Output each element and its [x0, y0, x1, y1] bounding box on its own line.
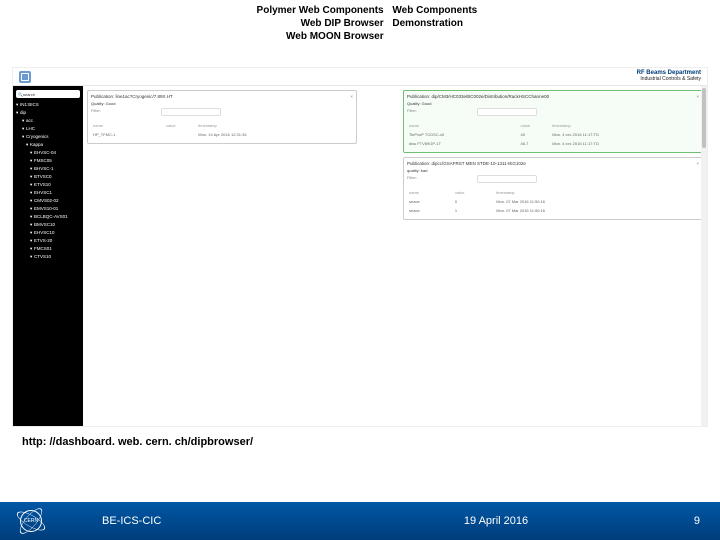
- sidebar-item[interactable]: ▾CMVS02-02: [16, 197, 80, 205]
- dip-icon: [19, 71, 31, 83]
- scrollbar[interactable]: [701, 86, 707, 426]
- department-subtitle: Industrial Controls & Safety: [640, 76, 701, 82]
- content-area: Publication: line1ac?Cryogenic/7.89X.HT×…: [83, 86, 707, 427]
- app-topbar: RF Beams Department Industrial Controls …: [13, 68, 707, 86]
- title-line1-left: Polymer Web Components: [224, 4, 384, 17]
- sidebar-item[interactable]: ▾CTVS10: [16, 253, 80, 261]
- filter-input[interactable]: [161, 108, 221, 116]
- publication-panel-3: Publication: dipcc/GSAFRST MEN STDE-10-1…: [403, 157, 703, 220]
- close-icon[interactable]: ×: [350, 94, 353, 99]
- footer-date: 19 April 2016: [352, 515, 640, 527]
- sidebar-item[interactable]: ▾BCLBQC-AVS01: [16, 213, 80, 221]
- sidebar-item[interactable]: ▾dip: [16, 109, 80, 117]
- url-label: http: //dashboard. web. cern. ch/dipbrow…: [22, 436, 253, 448]
- sidebar-item[interactable]: ▾EHVSC10: [16, 229, 80, 237]
- sidebar-item[interactable]: ▾ETVS10: [16, 181, 80, 189]
- sidebar-item[interactable]: ▾Kappa: [16, 141, 80, 149]
- table-row: seace0Mon. 07 Mar 2016 11:50:16: [409, 198, 697, 205]
- table-row: seace1Mon. 07 Mar 2016 11:50:16: [409, 207, 697, 214]
- sidebar-item[interactable]: ▾acc: [16, 117, 80, 125]
- footer-left: BE-ICS-CIC: [102, 515, 352, 527]
- publication-panel-2: Publication: dip/CM3/HC033e/BC002e/Distr…: [403, 90, 703, 153]
- sidebar-item[interactable]: ▾EMVS10-01: [16, 205, 80, 213]
- page-number: 9: [640, 515, 700, 527]
- sidebar-item[interactable]: ▾EHVSC-04: [16, 149, 80, 157]
- table-row: HP_TFMC-1Mon. 14 Apr 2016 12:31:34: [93, 131, 351, 138]
- title-line1-right: Web Components: [386, 4, 496, 17]
- sidebar-item[interactable]: ▾ETVS-20: [16, 237, 80, 245]
- tree-sidebar[interactable]: 🔍 search ▾IN1:BICS▾dip▾acc▾LHC▾Cryogenic…: [13, 86, 83, 427]
- close-icon[interactable]: ×: [696, 161, 699, 166]
- filter-input[interactable]: [477, 175, 537, 183]
- sidebar-item[interactable]: ▾LHC: [16, 125, 80, 133]
- sidebar-item[interactable]: ▾IN1:BICS: [16, 101, 80, 109]
- title-line2-right: Demonstration: [386, 17, 496, 30]
- slide-footer: CERN BE-ICS-CIC 19 April 2016 9: [0, 502, 720, 540]
- cern-logo-icon: CERN: [20, 510, 42, 532]
- title-line3-left: Web MOON Browser: [224, 30, 384, 43]
- app-screenshot: RF Beams Department Industrial Controls …: [12, 67, 708, 427]
- sidebar-item[interactable]: ▾EHVSC1: [16, 189, 80, 197]
- table-row: diss FTV89GP-1T46.7Mon. 4 xxx 2016 11:17…: [409, 140, 697, 147]
- close-icon[interactable]: ×: [696, 94, 699, 99]
- filter-input[interactable]: [477, 108, 537, 116]
- search-input[interactable]: 🔍 search: [16, 90, 80, 98]
- sidebar-item[interactable]: ▾FMCS01: [16, 245, 80, 253]
- slide-title-block: Polymer Web Components Web Components We…: [0, 0, 720, 47]
- sidebar-item[interactable]: ▾BMVSC10: [16, 221, 80, 229]
- sidebar-item[interactable]: ▾FMSC05: [16, 157, 80, 165]
- department-label: RF Beams Department Industrial Controls …: [637, 70, 701, 82]
- title-line2-left: Web DIP Browser: [224, 17, 384, 30]
- publication-panel-1: Publication: line1ac?Cryogenic/7.89X.HT×…: [87, 90, 357, 144]
- sidebar-item[interactable]: ▾BHVSC-1: [16, 165, 80, 173]
- sidebar-item[interactable]: ▾BTVSC0: [16, 173, 80, 181]
- sidebar-item[interactable]: ▾Cryogenics: [16, 133, 80, 141]
- table-row: TiePoxP TCDSC-x040Mon. 4 xxx 2016 11:17:…: [409, 131, 697, 138]
